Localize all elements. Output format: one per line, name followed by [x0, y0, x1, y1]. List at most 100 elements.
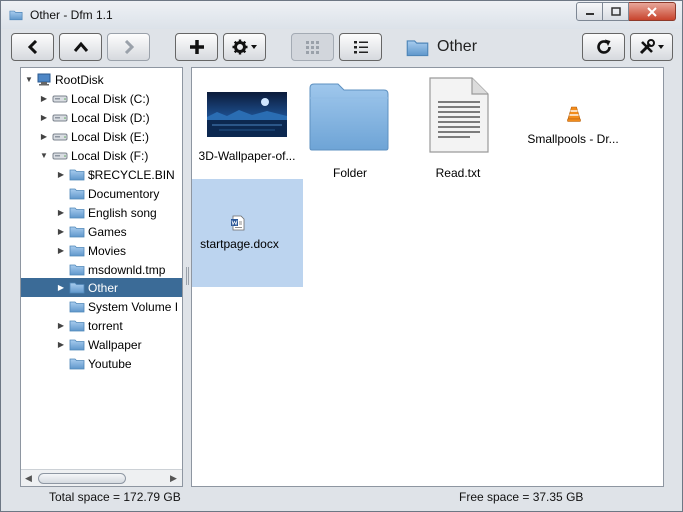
tree-item[interactable]: System Volume I	[21, 297, 182, 316]
folder-tree[interactable]: ▼ RootDisk ▶ Local Disk (C:) ▶ Local Dis…	[20, 67, 183, 487]
file-item-wallpaper[interactable]: 3D-Wallpaper-of...	[192, 74, 302, 163]
file-item-read-txt[interactable]: Read.txt	[410, 74, 506, 180]
collapsed-arrow-icon[interactable]: ▶	[56, 208, 66, 218]
scroll-right-icon[interactable]: ▶	[170, 473, 177, 484]
minimize-icon	[585, 12, 594, 15]
plus-icon	[189, 40, 204, 54]
tree-item[interactable]: ▶ Wallpaper	[21, 335, 182, 354]
tree-item[interactable]: ▶ torrent	[21, 316, 182, 335]
expanded-arrow-icon[interactable]: ▼	[39, 151, 49, 161]
tree-label: $RECYCLE.BIN	[88, 167, 175, 182]
tree-item[interactable]: ▶ $RECYCLE.BIN	[21, 165, 182, 184]
current-path: Other	[405, 35, 477, 59]
tools-button[interactable]	[630, 33, 673, 61]
drive-icon	[52, 94, 68, 104]
tree-item[interactable]: ▼ Local Disk (F:)	[21, 146, 182, 165]
image-thumbnail-icon	[207, 92, 287, 137]
file-name: Smallpools - Dr...	[527, 132, 619, 146]
folder-icon	[69, 338, 85, 351]
title-bar[interactable]: Other - Dfm 1.1	[1, 1, 682, 29]
folder-icon	[69, 319, 85, 332]
tree-label: Local Disk (C:)	[71, 91, 150, 106]
scrollbar-thumb[interactable]	[38, 473, 126, 484]
tree-item[interactable]: ▶ Local Disk (E:)	[21, 127, 182, 146]
collapsed-arrow-icon[interactable]: ▶	[39, 94, 49, 104]
scroll-left-icon[interactable]: ◀	[25, 473, 32, 484]
current-path-label: Other	[437, 38, 478, 55]
file-item-smallpools[interactable]: Smallpools - Dr...	[518, 74, 628, 162]
grid-view-icon	[305, 41, 319, 54]
vlc-media-icon	[567, 106, 581, 122]
up-button[interactable]	[59, 33, 102, 61]
collapsed-arrow-icon[interactable]: ▶	[39, 132, 49, 142]
file-view[interactable]: 3D-Wallpaper-of... Folder Read.txt Small…	[191, 67, 664, 487]
list-view-button[interactable]	[339, 33, 382, 61]
tree-label: Wallpaper	[88, 337, 142, 352]
collapsed-arrow-icon[interactable]: ▶	[56, 227, 66, 237]
splitter-grip[interactable]	[186, 267, 189, 285]
forward-button[interactable]	[107, 33, 150, 61]
file-item-startpage-docx[interactable]: startpage.docx	[192, 179, 303, 287]
maximize-icon	[610, 7, 621, 16]
collapsed-arrow-icon[interactable]: ▶	[56, 321, 66, 331]
collapsed-arrow-icon[interactable]: ▶	[56, 340, 66, 350]
folder-icon	[309, 83, 389, 151]
tree-label-rootdisk: RootDisk	[55, 72, 104, 87]
tree-item[interactable]: ▶ English song	[21, 203, 182, 222]
collapsed-arrow-icon[interactable]: ▶	[56, 283, 66, 293]
tree-item[interactable]: msdownld.tmp	[21, 260, 182, 279]
tree-label: Other	[88, 280, 119, 295]
tree-item[interactable]: ▶ Local Disk (C:)	[21, 89, 182, 108]
back-button[interactable]	[11, 33, 54, 61]
tree-item[interactable]: ▶ Movies	[21, 241, 182, 260]
settings-button[interactable]	[223, 33, 266, 61]
tree-item[interactable]: Documentory	[21, 184, 182, 203]
text-file-icon	[429, 77, 489, 153]
folder-icon	[69, 300, 85, 313]
tree-label: System Volume I	[88, 299, 179, 314]
collapsed-arrow-icon[interactable]: ▶	[39, 113, 49, 123]
pane-splitter[interactable]	[184, 67, 191, 487]
close-button[interactable]	[629, 2, 676, 21]
tree-label: Local Disk (E:)	[71, 129, 150, 144]
folder-icon	[69, 187, 85, 200]
collapsed-arrow-icon[interactable]: ▶	[56, 246, 66, 256]
tools-dropdown-icon	[639, 39, 664, 55]
free-space-label: Free space = 37.35 GB	[459, 490, 584, 504]
tree-item[interactable]: ▶ Games	[21, 222, 182, 241]
expanded-arrow-icon[interactable]: ▼	[24, 75, 34, 85]
tree-item[interactable]: ▶ Local Disk (D:)	[21, 108, 182, 127]
file-name: Folder	[332, 166, 367, 180]
arrow-up-icon	[73, 41, 88, 52]
refresh-button[interactable]	[582, 33, 625, 61]
window-controls	[576, 2, 676, 21]
drive-icon	[52, 132, 68, 142]
tree-item[interactable]: Youtube	[21, 354, 182, 373]
tree-item-rootdisk[interactable]: ▼ RootDisk	[21, 70, 182, 89]
computer-icon	[37, 73, 51, 86]
window-title: Other - Dfm 1.1	[30, 8, 113, 22]
folder-icon	[405, 38, 430, 57]
folder-icon	[69, 244, 85, 257]
folder-icon	[69, 357, 85, 370]
horizontal-scrollbar[interactable]: ◀ ▶	[21, 469, 182, 486]
file-name: Read.txt	[435, 166, 481, 180]
tree-label: msdownld.tmp	[88, 262, 166, 277]
new-button[interactable]	[175, 33, 218, 61]
app-folder-icon	[9, 9, 23, 21]
file-item-folder[interactable]: Folder	[302, 74, 398, 180]
tree-label: torrent	[88, 318, 123, 333]
word-document-icon	[231, 215, 245, 231]
tree-label: Local Disk (F:)	[71, 148, 149, 163]
maximize-button[interactable]	[603, 2, 629, 21]
minimize-button[interactable]	[576, 2, 603, 21]
list-view-icon	[353, 40, 368, 53]
tree-item-selected[interactable]: ▶ Other	[21, 278, 182, 297]
drive-icon	[52, 113, 68, 123]
refresh-icon	[596, 39, 611, 54]
tree-label: English song	[88, 205, 157, 220]
grid-view-button[interactable]	[291, 33, 334, 61]
collapsed-arrow-icon[interactable]: ▶	[56, 170, 66, 180]
tree-label: Games	[88, 224, 127, 239]
tree-label: Youtube	[88, 356, 132, 371]
